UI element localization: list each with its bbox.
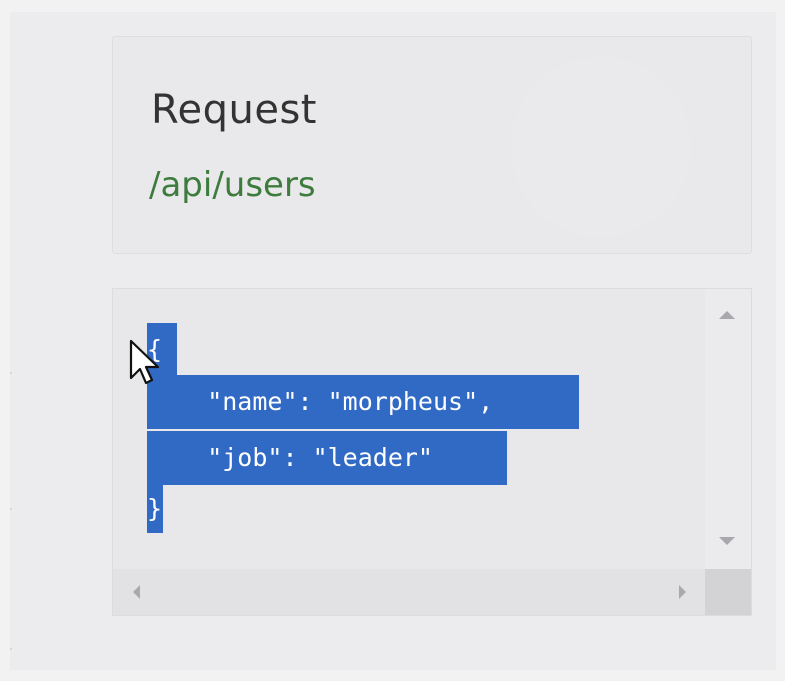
card-background-decoration	[511, 57, 691, 237]
request-card: Request /api/users	[112, 36, 752, 254]
horizontal-scrollbar[interactable]	[113, 569, 707, 615]
code-line-name[interactable]: "name": "morpheus",	[147, 375, 579, 429]
code-line-close-brace[interactable]: }	[147, 485, 163, 533]
scroll-left-arrow-icon[interactable]	[133, 585, 140, 599]
code-line-job[interactable]: "job": "leader"	[147, 431, 507, 485]
scrollbar-corner	[705, 569, 751, 615]
edge-tick	[10, 648, 12, 650]
edge-tick	[10, 508, 12, 510]
edge-tick	[10, 372, 12, 374]
request-body-code-panel[interactable]: { "name": "morpheus", "job": "leader" }	[112, 288, 752, 616]
scroll-up-arrow-icon[interactable]	[719, 311, 735, 319]
vertical-scrollbar[interactable]	[705, 289, 751, 569]
request-endpoint-url[interactable]: /api/users	[149, 165, 316, 205]
code-text-area[interactable]: { "name": "morpheus", "job": "leader" }	[113, 289, 707, 569]
mouse-pointer-icon	[129, 339, 160, 385]
scroll-right-arrow-icon[interactable]	[679, 585, 686, 599]
scroll-down-arrow-icon[interactable]	[719, 537, 735, 545]
request-heading: Request	[151, 87, 317, 133]
